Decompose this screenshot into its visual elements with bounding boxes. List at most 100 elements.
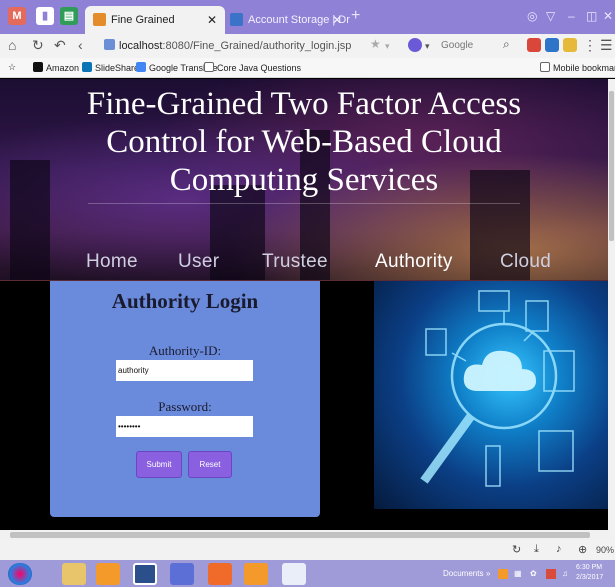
- bookmark-core-java[interactable]: Core Java Questions: [204, 62, 301, 73]
- extension-mail-icon[interactable]: [527, 38, 541, 52]
- close-tab-icon[interactable]: ✕: [332, 6, 342, 34]
- bookmarks-star-icon: ☆: [8, 62, 17, 72]
- speaker-icon[interactable]: ♪: [556, 543, 562, 555]
- page-favicon-icon: [93, 13, 106, 26]
- tablet-icon: [425, 328, 447, 356]
- submit-button[interactable]: Submit: [136, 451, 182, 478]
- tab-drivehq[interactable]: Account Storage | DriveHQ ✕: [222, 6, 350, 34]
- browser-status-bar: ↻ ⤓ ♪ ⊕ 90%: [0, 540, 615, 560]
- home-icon[interactable]: ⌂: [8, 37, 16, 53]
- nav-home[interactable]: Home: [86, 251, 138, 273]
- browser-tab-bar: M ▮ ▤ Fine Grained ✕ Account Storage | D…: [0, 0, 615, 34]
- virtualbox-icon[interactable]: [133, 563, 157, 585]
- nav-authority[interactable]: Authority: [375, 251, 453, 273]
- bookmark-star-icon[interactable]: ★: [370, 37, 381, 51]
- media-app-icon[interactable]: [96, 563, 120, 585]
- tab-fine-grained[interactable]: Fine Grained ✕: [85, 6, 225, 34]
- sheets-icon[interactable]: ▤: [60, 7, 78, 25]
- zoom-level: 90%: [596, 545, 615, 555]
- more-icon[interactable]: ⋮: [583, 37, 597, 54]
- tray-volume-icon[interactable]: ♫: [562, 569, 568, 578]
- start-button-icon[interactable]: [8, 563, 32, 585]
- system-clock[interactable]: 6:30 PM 2/3/2017: [576, 563, 603, 583]
- bookmark-slideshare[interactable]: SlideShare: [82, 62, 139, 73]
- site-title: Fine-Grained Two Factor Access Control f…: [86, 86, 522, 198]
- search-dropdown-icon[interactable]: ▾: [425, 41, 430, 52]
- text-icon: [204, 62, 214, 72]
- reset-button[interactable]: Reset: [188, 451, 232, 478]
- address-bar[interactable]: localhost:8080/Fine_Grained/authority_lo…: [104, 37, 364, 55]
- document-icon[interactable]: ▮: [36, 7, 54, 25]
- tray-app-icon[interactable]: [498, 569, 508, 579]
- tray-security-icon[interactable]: ✿: [530, 569, 537, 578]
- browser-toolbar: ⌂ ↻ ↶ ‹ localhost:8080/Fine_Grained/auth…: [0, 34, 615, 58]
- document-icon: [525, 300, 549, 332]
- horizontal-scrollbar[interactable]: [0, 530, 615, 540]
- documents-toolbar[interactable]: Documents: [443, 569, 483, 578]
- amazon-icon: [33, 62, 43, 72]
- minimize-icon[interactable]: –: [568, 9, 575, 23]
- reload-icon[interactable]: ↻: [32, 37, 44, 54]
- scroll-thumb[interactable]: [10, 532, 590, 538]
- phone-icon: [485, 445, 501, 487]
- file-explorer-icon[interactable]: [62, 563, 86, 585]
- drivehq-favicon-icon: [230, 13, 243, 26]
- translate-icon: [136, 62, 146, 72]
- vertical-scrollbar[interactable]: [608, 79, 615, 530]
- close-window-icon[interactable]: ✕: [603, 9, 613, 23]
- bookmarks-bar: ☆ Amazon SlideShare Google Translate Cor…: [0, 58, 615, 78]
- player-icon[interactable]: [244, 563, 268, 585]
- tray-expand-icon[interactable]: »: [486, 569, 490, 578]
- password-input[interactable]: [116, 416, 253, 437]
- authority-id-label: Authority-ID:: [148, 343, 222, 358]
- chrome-icon[interactable]: [208, 563, 232, 585]
- url-host: localhost: [119, 40, 163, 52]
- refresh-icon[interactable]: ↻: [512, 543, 521, 556]
- password-label: Password:: [158, 399, 212, 414]
- profile-icon[interactable]: ◎: [527, 9, 537, 23]
- new-tab-icon[interactable]: +: [351, 7, 360, 25]
- close-tab-icon[interactable]: ✕: [207, 6, 217, 34]
- slideshare-icon: [82, 62, 92, 72]
- url-path: :8080/Fine_Grained/authority_login.jsp: [162, 40, 352, 52]
- nav-user[interactable]: User: [178, 251, 219, 273]
- search-engine-icon: [408, 38, 422, 52]
- authority-login-form: Authority Login Authority-ID: Password: …: [50, 281, 320, 517]
- server-icon: [538, 430, 574, 472]
- search-icon[interactable]: ⌕: [503, 37, 510, 52]
- login-heading: Authority Login: [111, 289, 259, 313]
- title-divider: [88, 203, 520, 204]
- gmail-icon[interactable]: M: [8, 7, 26, 25]
- extension-note-icon[interactable]: [563, 38, 577, 52]
- cloud-security-illustration: [374, 281, 608, 509]
- windows-taskbar: Documents » ▦ ✿ ♫ 6:30 PM 2/3/2017: [0, 560, 615, 587]
- tray-alert-icon[interactable]: [546, 569, 556, 579]
- word-icon[interactable]: [282, 563, 306, 585]
- cloud-computing-icon: [420, 290, 575, 487]
- bookmark-dropdown-icon[interactable]: ▾: [385, 41, 390, 52]
- extension-icon[interactable]: [545, 38, 559, 52]
- download-icon[interactable]: ⤓: [534, 543, 539, 556]
- magnifier-handle: [420, 413, 475, 484]
- back-icon[interactable]: ‹: [78, 37, 83, 53]
- tray-network-icon[interactable]: ▦: [514, 569, 522, 578]
- bookmark-amazon[interactable]: Amazon: [33, 62, 79, 73]
- shield-icon[interactable]: ▽: [546, 9, 555, 23]
- maximize-icon[interactable]: ◫: [586, 9, 597, 23]
- eclipse-icon[interactable]: [170, 563, 194, 585]
- mobile-bookmarks[interactable]: Mobile bookmarks: [540, 62, 615, 73]
- folder-icon: [540, 62, 550, 72]
- nav-cloud[interactable]: Cloud: [500, 251, 551, 273]
- page-content: Fine-Grained Two Factor Access Control f…: [0, 79, 608, 530]
- smartphone-icon: [543, 350, 575, 392]
- menu-icon[interactable]: ☰: [600, 37, 613, 54]
- back-history-icon[interactable]: ↶: [54, 37, 66, 54]
- zoom-icon[interactable]: ⊕: [578, 543, 587, 556]
- scroll-thumb[interactable]: [609, 91, 614, 241]
- tab-title: Fine Grained: [111, 14, 175, 26]
- header-banner: Fine-Grained Two Factor Access Control f…: [0, 79, 608, 281]
- search-engine-label[interactable]: Google: [441, 40, 473, 51]
- authority-id-input[interactable]: [116, 360, 253, 381]
- nav-trustee[interactable]: Trustee: [262, 251, 328, 273]
- cloud-shape: [463, 350, 536, 391]
